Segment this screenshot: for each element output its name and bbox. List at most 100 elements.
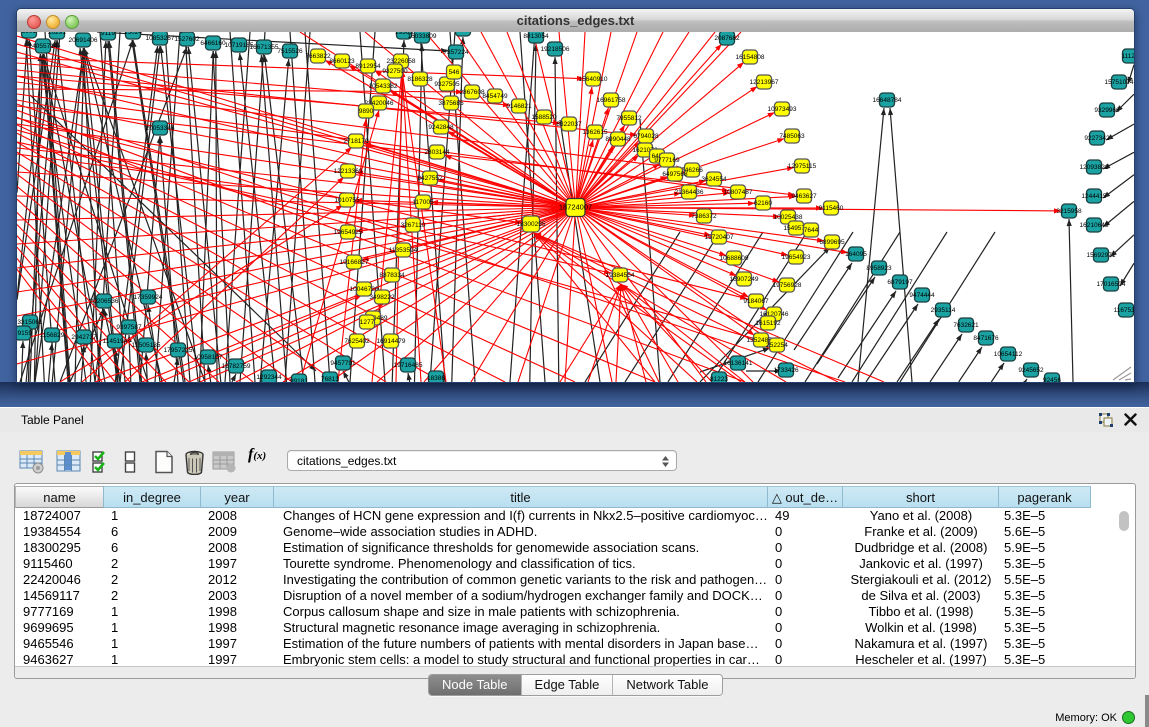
svg-text:18300295: 18300295 — [517, 221, 546, 228]
svg-text:15024: 15024 — [124, 29, 142, 36]
svg-text:20691406: 20691406 — [69, 37, 98, 44]
svg-text:3267110: 3267110 — [401, 222, 426, 229]
svg-text:3315061: 3315061 — [17, 319, 43, 326]
svg-text:3498222: 3498222 — [369, 294, 395, 301]
svg-text:39159: 39159 — [14, 330, 32, 337]
svg-text:9146821: 9146821 — [506, 103, 532, 110]
svg-text:17016504: 17016504 — [1097, 281, 1126, 288]
svg-text:7357224: 7357224 — [443, 49, 469, 56]
svg-text:1362615: 1362615 — [582, 129, 608, 136]
svg-text:1527602: 1527602 — [174, 36, 200, 43]
svg-text:1588520: 1588520 — [531, 114, 557, 121]
svg-text:6899695: 6899695 — [819, 239, 845, 246]
svg-text:16914479: 16914479 — [377, 338, 406, 345]
svg-text:10025438: 10025438 — [774, 214, 803, 221]
svg-text:2803144: 2803144 — [424, 149, 450, 156]
svg-text:3901: 3901 — [22, 28, 37, 35]
svg-text:10654112: 10654112 — [994, 351, 1023, 358]
svg-text:8990448: 8990448 — [605, 136, 631, 143]
svg-text:8912954: 8912954 — [355, 63, 381, 70]
svg-text:8186328: 8186328 — [407, 76, 433, 83]
svg-text:7485063: 7485063 — [779, 133, 805, 140]
svg-text:6497568: 6497568 — [662, 171, 688, 178]
svg-text:16648784: 16648784 — [873, 97, 902, 104]
svg-text:7515526: 7515526 — [277, 48, 303, 55]
svg-text:20053346: 20053346 — [146, 125, 175, 132]
svg-text:7663822: 7663822 — [305, 53, 331, 60]
svg-text:10973493: 10973493 — [768, 106, 797, 113]
svg-text:1733426: 1733426 — [773, 367, 799, 374]
svg-text:7644: 7644 — [804, 227, 819, 234]
svg-text:9890: 9890 — [359, 108, 374, 115]
svg-text:15640910: 15640910 — [579, 76, 608, 83]
svg-text:1615192: 1615192 — [755, 320, 781, 327]
svg-text:9327500: 9327500 — [382, 68, 408, 75]
svg-text:1244415: 1244415 — [1081, 193, 1107, 200]
svg-text:62160: 62160 — [754, 200, 772, 207]
svg-text:12213967: 12213967 — [750, 79, 779, 86]
svg-text:6879197: 6879197 — [887, 279, 913, 286]
svg-text:6466160: 6466160 — [200, 40, 226, 47]
svg-text:9242848: 9242848 — [428, 124, 454, 131]
svg-text:2718170: 2718170 — [343, 138, 369, 145]
svg-text:99181: 99181 — [290, 378, 308, 385]
svg-text:16136141: 16136141 — [724, 360, 753, 367]
svg-text:117005: 117005 — [412, 199, 434, 206]
svg-text:19384554: 19384554 — [606, 272, 635, 279]
svg-text:11123: 11123 — [1121, 53, 1138, 60]
svg-text:1167533: 1167533 — [1114, 307, 1139, 314]
svg-text:9457791: 9457791 — [330, 360, 356, 367]
svg-text:7625402: 7625402 — [344, 338, 370, 345]
svg-text:8958923: 8958923 — [866, 265, 892, 272]
svg-text:10958107: 10958107 — [194, 354, 223, 361]
svg-text:9119: 9119 — [101, 30, 115, 37]
svg-text:8322037: 8322037 — [556, 121, 582, 128]
svg-text:1010755: 1010755 — [334, 197, 360, 204]
svg-text:20291: 20291 — [48, 29, 66, 36]
svg-text:19166827: 19166827 — [340, 259, 369, 266]
svg-text:9463627: 9463627 — [791, 193, 817, 200]
svg-text:16782759: 16782759 — [222, 363, 251, 370]
svg-text:9245652: 9245652 — [1018, 367, 1044, 374]
svg-text:2087682: 2087682 — [714, 35, 740, 42]
svg-text:2867608: 2867608 — [459, 89, 485, 96]
svg-text:11353594: 11353594 — [389, 247, 418, 254]
svg-text:19654923: 19654923 — [782, 254, 811, 261]
svg-text:12093822: 12093822 — [1080, 164, 1109, 171]
svg-text:10853267: 10853267 — [146, 35, 175, 42]
svg-text:12975115: 12975115 — [788, 163, 817, 170]
svg-text:76813: 76813 — [321, 376, 339, 383]
svg-text:9327505: 9327505 — [434, 81, 460, 88]
svg-text:19654925: 19654925 — [334, 229, 363, 236]
svg-text:16033809: 16033809 — [408, 33, 437, 40]
svg-text:1145194: 1145194 — [103, 338, 128, 345]
svg-text:6794028: 6794028 — [633, 133, 659, 140]
svg-text:1277: 1277 — [360, 319, 375, 326]
svg-text:19756928: 19756928 — [773, 282, 802, 289]
svg-text:3624554: 3624554 — [701, 176, 727, 183]
svg-text:8878334: 8878334 — [379, 272, 405, 279]
svg-text:9474444: 9474444 — [909, 292, 935, 299]
svg-text:16961758: 16961758 — [597, 97, 626, 104]
svg-text:14055714: 14055714 — [29, 43, 58, 50]
svg-text:16671355: 16671355 — [250, 44, 279, 51]
svg-text:9115460: 9115460 — [819, 205, 844, 212]
svg-text:21364436: 21364436 — [675, 189, 704, 196]
svg-text:20697: 20697 — [454, 26, 472, 33]
svg-text:9227342: 9227342 — [1084, 135, 1110, 142]
svg-text:2935114: 2935114 — [931, 307, 956, 314]
svg-text:20206536: 20206536 — [90, 298, 119, 305]
svg-text:16154808: 16154808 — [736, 54, 765, 61]
svg-text:9397587: 9397587 — [116, 324, 142, 331]
svg-text:546: 546 — [449, 69, 460, 76]
svg-text:2942737: 2942737 — [71, 334, 97, 341]
svg-text:15692971: 15692971 — [1087, 252, 1116, 259]
svg-text:10807487: 10807487 — [724, 189, 753, 196]
svg-text:9184067: 9184067 — [743, 298, 769, 305]
svg-text:252254: 252254 — [766, 342, 788, 349]
svg-text:18386: 18386 — [427, 375, 445, 382]
svg-text:10688609: 10688609 — [720, 255, 749, 262]
svg-text:81223: 81223 — [710, 376, 728, 383]
svg-text:92456: 92456 — [1043, 377, 1061, 384]
svg-text:9777169: 9777169 — [654, 157, 680, 164]
